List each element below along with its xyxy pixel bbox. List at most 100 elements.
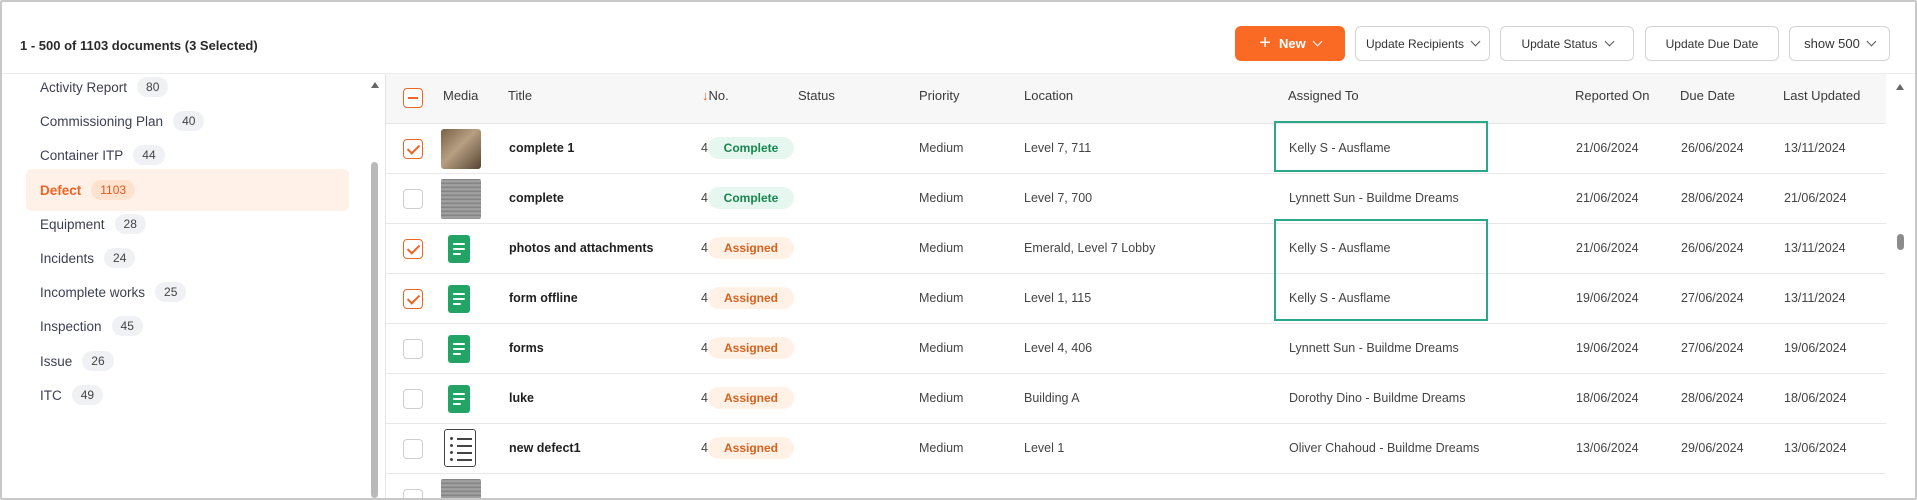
sidebar-item-label: Incidents xyxy=(40,250,95,266)
header-priority[interactable]: Priority xyxy=(919,88,959,103)
sidebar-item-label: Incomplete works xyxy=(40,284,146,300)
row-priority: Medium xyxy=(919,191,964,205)
row-location: Emerald, Level 7 Lobby xyxy=(1024,241,1156,255)
table-row[interactable]: new defect1 412 Assigned Medium Level 1 … xyxy=(386,424,1886,474)
table-header: Media Title ↓No. Status Priority Locatio… xyxy=(386,74,1886,124)
form-document-icon[interactable] xyxy=(448,335,470,363)
row-location: Level 4, 406 xyxy=(1024,341,1093,355)
update-status-label: Update Status xyxy=(1521,36,1598,51)
row-reported-on: 13/06/2024 xyxy=(1576,441,1639,455)
header-last-updated[interactable]: Last Updated xyxy=(1783,88,1860,103)
row-due-date: 29/06/2024 xyxy=(1681,441,1744,455)
row-checkbox[interactable] xyxy=(403,339,423,359)
icon-line xyxy=(453,298,465,300)
category-sidebar: Activity Report 80 Commissioning Plan 40… xyxy=(2,74,386,498)
scroll-up-arrow-icon[interactable] xyxy=(1896,84,1904,90)
row-checkbox[interactable] xyxy=(403,289,423,309)
table-scrollbar[interactable] xyxy=(1894,74,1906,498)
row-title[interactable]: complete 1 xyxy=(509,141,574,155)
row-checkbox[interactable] xyxy=(403,389,423,409)
row-last-updated: 13/11/2024 xyxy=(1784,241,1846,255)
form-document-icon[interactable] xyxy=(448,285,470,313)
row-title[interactable]: new defect1 xyxy=(509,441,581,455)
update-due-date-label: Update Due Date xyxy=(1665,36,1759,51)
header-location[interactable]: Location xyxy=(1024,88,1073,103)
row-priority: Medium xyxy=(919,441,964,455)
sidebar-item-label: Container ITP xyxy=(40,147,124,163)
row-checkbox[interactable] xyxy=(403,239,423,259)
row-last-updated: 13/06/2024 xyxy=(1784,441,1847,455)
header-title[interactable]: Title xyxy=(508,88,532,103)
select-all-checkbox[interactable] xyxy=(403,88,423,108)
scroll-up-arrow-icon[interactable] xyxy=(371,82,379,88)
update-due-date-button[interactable]: Update Due Date xyxy=(1645,26,1779,61)
icon-line xyxy=(453,293,465,295)
row-assigned-to: Kelly S - Ausflame xyxy=(1289,291,1391,305)
sidebar-item-label: Defect xyxy=(40,182,82,198)
table-row[interactable]: luke 413 Assigned Medium Building A Doro… xyxy=(386,374,1886,424)
row-location: Building A xyxy=(1024,391,1080,405)
row-location: Level 1 xyxy=(1024,441,1065,455)
count-badge: 44 xyxy=(133,145,165,165)
form-document-icon[interactable] xyxy=(448,385,470,413)
sidebar-scrollbar[interactable] xyxy=(369,74,379,498)
header-due-date[interactable]: Due Date xyxy=(1680,88,1735,103)
update-recipients-button[interactable]: Update Recipients xyxy=(1355,26,1490,61)
table-row[interactable]: complete 1 418 Complete Medium Level 7, … xyxy=(386,124,1886,174)
count-badge: 45 xyxy=(111,316,143,336)
table-row[interactable]: photos and attachments 416 Assigned Medi… xyxy=(386,224,1886,274)
header-status[interactable]: Status xyxy=(798,88,835,103)
update-status-button[interactable]: Update Status xyxy=(1500,26,1634,61)
media-thumbnail[interactable] xyxy=(441,129,481,169)
form-document-icon[interactable] xyxy=(448,235,470,263)
row-title[interactable]: form offline xyxy=(509,291,578,305)
row-reported-on: 19/06/2024 xyxy=(1576,291,1639,305)
update-recipients-label: Update Recipients xyxy=(1365,36,1465,51)
new-button[interactable]: + New xyxy=(1235,26,1345,61)
chevron-down-icon xyxy=(1470,36,1481,47)
row-assigned-to: Kelly S - Ausflame xyxy=(1289,141,1391,155)
scrollbar-thumb[interactable] xyxy=(1897,234,1904,250)
checklist-icon[interactable] xyxy=(444,429,476,467)
row-due-date: 28/06/2024 xyxy=(1681,391,1744,405)
row-due-date: 27/06/2024 xyxy=(1681,291,1744,305)
row-title[interactable]: complete xyxy=(509,191,564,205)
header-number[interactable]: ↓No. xyxy=(702,88,729,103)
icon-line xyxy=(457,438,472,440)
row-location: Level 1, 115 xyxy=(1024,291,1092,305)
header-assigned-to[interactable]: Assigned To xyxy=(1288,88,1359,103)
media-thumbnail[interactable] xyxy=(441,479,481,498)
scrollbar-thumb[interactable] xyxy=(371,162,378,498)
icon-line xyxy=(453,353,461,355)
row-due-date: 28/06/2024 xyxy=(1681,191,1744,205)
count-badge: 1103 xyxy=(91,180,136,200)
table-row[interactable]: forms 414 Assigned Medium Level 4, 406 L… xyxy=(386,324,1886,374)
row-last-updated: 19/06/2024 xyxy=(1784,341,1847,355)
row-checkbox[interactable] xyxy=(403,489,423,498)
row-last-updated: 18/06/2024 xyxy=(1784,391,1847,405)
row-reported-on: 21/06/2024 xyxy=(1576,141,1639,155)
row-title[interactable]: luke xyxy=(509,391,534,405)
row-checkbox[interactable] xyxy=(403,439,423,459)
table-row[interactable] xyxy=(386,474,1886,498)
row-checkbox[interactable] xyxy=(403,189,423,209)
table-row[interactable]: complete 417 Complete Medium Level 7, 70… xyxy=(386,174,1886,224)
sidebar-item-itc[interactable]: ITC 49 xyxy=(26,374,349,416)
row-checkbox[interactable] xyxy=(403,139,423,159)
icon-line xyxy=(457,459,472,461)
table-row[interactable]: form offline 415 Assigned Medium Level 1… xyxy=(386,274,1886,324)
sidebar-item-label: ITC xyxy=(40,387,62,403)
row-reported-on: 18/06/2024 xyxy=(1576,391,1639,405)
status-badge: Assigned xyxy=(708,337,794,359)
sidebar-item-label: Activity Report xyxy=(40,79,128,95)
row-priority: Medium xyxy=(919,391,964,405)
row-due-date: 27/06/2024 xyxy=(1681,341,1744,355)
row-reported-on: 21/06/2024 xyxy=(1576,241,1639,255)
count-badge: 80 xyxy=(137,77,169,97)
page-size-select[interactable]: show 500 xyxy=(1789,26,1890,61)
status-badge: Assigned xyxy=(708,287,794,309)
row-title[interactable]: photos and attachments xyxy=(509,241,653,255)
media-thumbnail[interactable] xyxy=(441,179,481,219)
row-title[interactable]: forms xyxy=(509,341,544,355)
header-reported-on[interactable]: Reported On xyxy=(1575,88,1649,103)
